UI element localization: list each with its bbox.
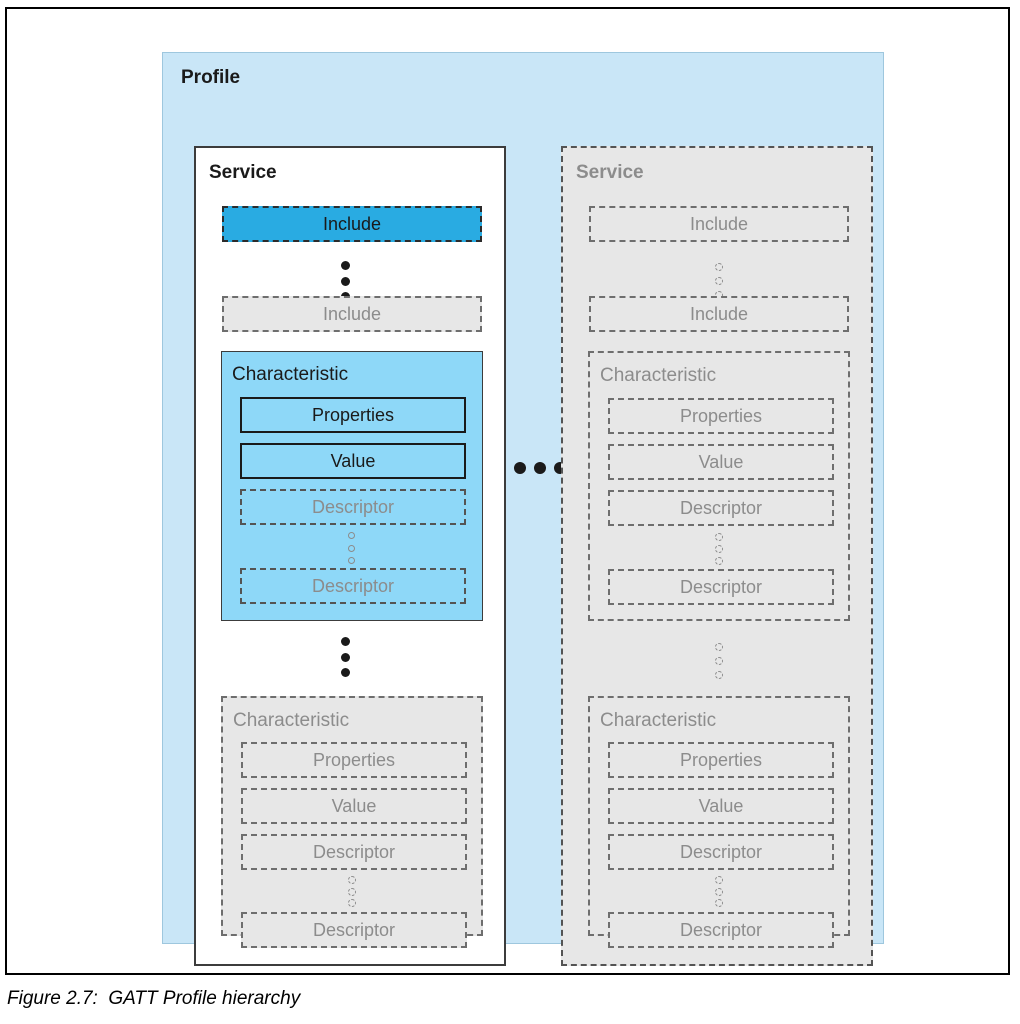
- descriptor-ellipsis-ghost-right-bottom: [715, 876, 723, 907]
- descriptor-last-ghost-left[interactable]: Descriptor: [241, 912, 467, 948]
- descriptor-first-ghost-left[interactable]: Descriptor: [241, 834, 467, 870]
- descriptor-first-ghost-right-bottom[interactable]: Descriptor: [608, 834, 834, 870]
- include-ghost-active-service[interactable]: Include: [222, 296, 482, 332]
- include-highlighted[interactable]: Include: [222, 206, 482, 242]
- ellipsis-circle: [715, 277, 723, 285]
- include-ellipsis-active: [341, 261, 350, 301]
- descriptor-first-active[interactable]: Descriptor: [240, 489, 466, 525]
- characteristic-ghost-left-container[interactable]: Characteristic Properties Value Descript…: [221, 696, 483, 948]
- ellipsis-circle: [348, 899, 356, 907]
- descriptor-last-ghost-right-top[interactable]: Descriptor: [608, 569, 834, 605]
- ellipsis-circle: [347, 544, 355, 552]
- descriptor-first-ghost-right-top[interactable]: Descriptor: [608, 490, 834, 526]
- characteristic-active-label: Characteristic: [232, 364, 349, 385]
- ellipsis-dot: [341, 652, 350, 662]
- service-active-label: Service: [209, 162, 277, 183]
- properties-field-ghost-right-bottom[interactable]: Properties: [608, 742, 834, 778]
- properties-field-ghost-right-top[interactable]: Properties: [608, 398, 834, 434]
- characteristic-ghost-right-top-label: Characteristic: [600, 365, 717, 386]
- ellipsis-circle: [715, 643, 723, 651]
- include-ellipsis-ghost: [715, 263, 723, 299]
- ellipsis-dot: [341, 261, 350, 270]
- ellipsis-circle: [715, 557, 723, 565]
- descriptor-ellipsis-ghost-left: [348, 876, 356, 907]
- characteristic-ghost-right-bottom-container[interactable]: Characteristic Properties Value Descript…: [588, 696, 850, 948]
- ellipsis-circle: [715, 887, 723, 896]
- value-field-active[interactable]: Value: [240, 443, 466, 479]
- ellipsis-dot: [514, 462, 526, 474]
- characteristic-ghost-left-label: Characteristic: [233, 710, 350, 731]
- page-frame: Profile Service Include Include Characte…: [5, 7, 1010, 975]
- ellipsis-circle: [715, 545, 723, 553]
- characteristic-ellipsis-ghost-right: [715, 643, 723, 679]
- descriptor-last-active[interactable]: Descriptor: [240, 568, 466, 604]
- ellipsis-circle: [347, 557, 355, 564]
- include-last-ghost-service[interactable]: Include: [589, 296, 849, 332]
- ellipsis-dot: [534, 462, 546, 474]
- ellipsis-circle: [715, 671, 723, 679]
- properties-field-ghost-left[interactable]: Properties: [241, 742, 467, 778]
- characteristic-ghost-right-bottom-label: Characteristic: [600, 710, 717, 731]
- ellipsis-circle: [348, 887, 356, 896]
- service-ghost-label: Service: [576, 162, 644, 183]
- figure-caption: Figure 2.7: GATT Profile hierarchy: [7, 988, 301, 1009]
- ellipsis-circle: [348, 876, 356, 884]
- ellipsis-dot: [341, 637, 350, 646]
- service-ellipsis-horizontal: [514, 462, 566, 474]
- include-first-ghost-service[interactable]: Include: [589, 206, 849, 242]
- properties-field-active[interactable]: Properties: [240, 397, 466, 433]
- descriptor-ellipsis-active: [347, 532, 355, 564]
- characteristic-ghost-right-top-container[interactable]: Characteristic Properties Value Descript…: [588, 351, 850, 621]
- value-field-ghost-left[interactable]: Value: [241, 788, 467, 824]
- ellipsis-circle: [715, 263, 723, 271]
- ellipsis-circle: [715, 657, 723, 665]
- service-active-container: Service Include Include Characteristic P…: [194, 146, 506, 966]
- ellipsis-dot: [341, 668, 350, 677]
- ellipsis-circle: [715, 899, 723, 907]
- value-field-ghost-right-bottom[interactable]: Value: [608, 788, 834, 824]
- characteristic-ellipsis-active: [341, 637, 350, 677]
- profile-container: Profile Service Include Include Characte…: [162, 52, 884, 966]
- service-ghost-container[interactable]: Service Include Include Characteristic P…: [561, 146, 873, 966]
- profile-label: Profile: [181, 67, 241, 88]
- descriptor-last-ghost-right-bottom[interactable]: Descriptor: [608, 912, 834, 948]
- ellipsis-circle: [347, 532, 355, 539]
- ellipsis-circle: [715, 876, 723, 884]
- ellipsis-circle: [715, 533, 723, 541]
- descriptor-ellipsis-ghost-right-top: [715, 533, 723, 565]
- ellipsis-dot: [341, 276, 350, 286]
- value-field-ghost-right-top[interactable]: Value: [608, 444, 834, 480]
- characteristic-active-container[interactable]: Characteristic Properties Value Descript…: [221, 351, 483, 621]
